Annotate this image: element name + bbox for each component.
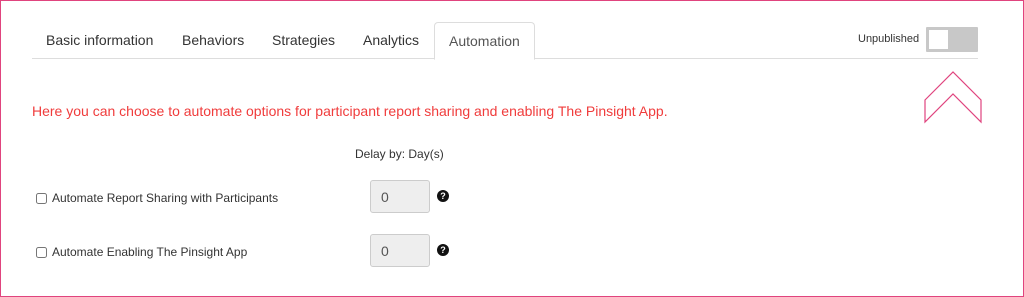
publish-toggle[interactable] xyxy=(926,27,978,52)
report-sharing-delay-input[interactable] xyxy=(370,180,430,213)
tab-basic-information[interactable]: Basic information xyxy=(46,22,153,59)
tab-bar: Basic information Behaviors Strategies A… xyxy=(32,22,978,60)
automation-intro-text: Here you can choose to automate options … xyxy=(32,103,668,119)
tab-strategies[interactable]: Strategies xyxy=(272,22,335,59)
tab-automation[interactable]: Automation xyxy=(434,22,535,60)
publish-status-label: Unpublished xyxy=(858,33,920,45)
scroll-to-top-chevron-icon[interactable] xyxy=(922,70,984,124)
report-sharing-label[interactable]: Automate Report Sharing with Participant… xyxy=(52,191,278,205)
delay-column-label: Delay by: Day(s) xyxy=(355,147,444,161)
option-row-enable-app: Automate Enabling The Pinsight App xyxy=(36,242,247,262)
option-row-report-sharing: Automate Report Sharing with Participant… xyxy=(36,188,278,208)
question-circle-icon[interactable]: ? xyxy=(437,190,449,202)
report-sharing-checkbox[interactable] xyxy=(36,192,47,204)
enable-app-label[interactable]: Automate Enabling The Pinsight App xyxy=(52,245,247,259)
question-circle-icon[interactable]: ? xyxy=(437,244,449,256)
toggle-knob xyxy=(929,30,948,49)
tab-analytics[interactable]: Analytics xyxy=(363,22,419,59)
enable-app-delay-input[interactable] xyxy=(370,234,430,267)
enable-app-checkbox[interactable] xyxy=(36,246,47,258)
tab-behaviors[interactable]: Behaviors xyxy=(182,22,244,59)
